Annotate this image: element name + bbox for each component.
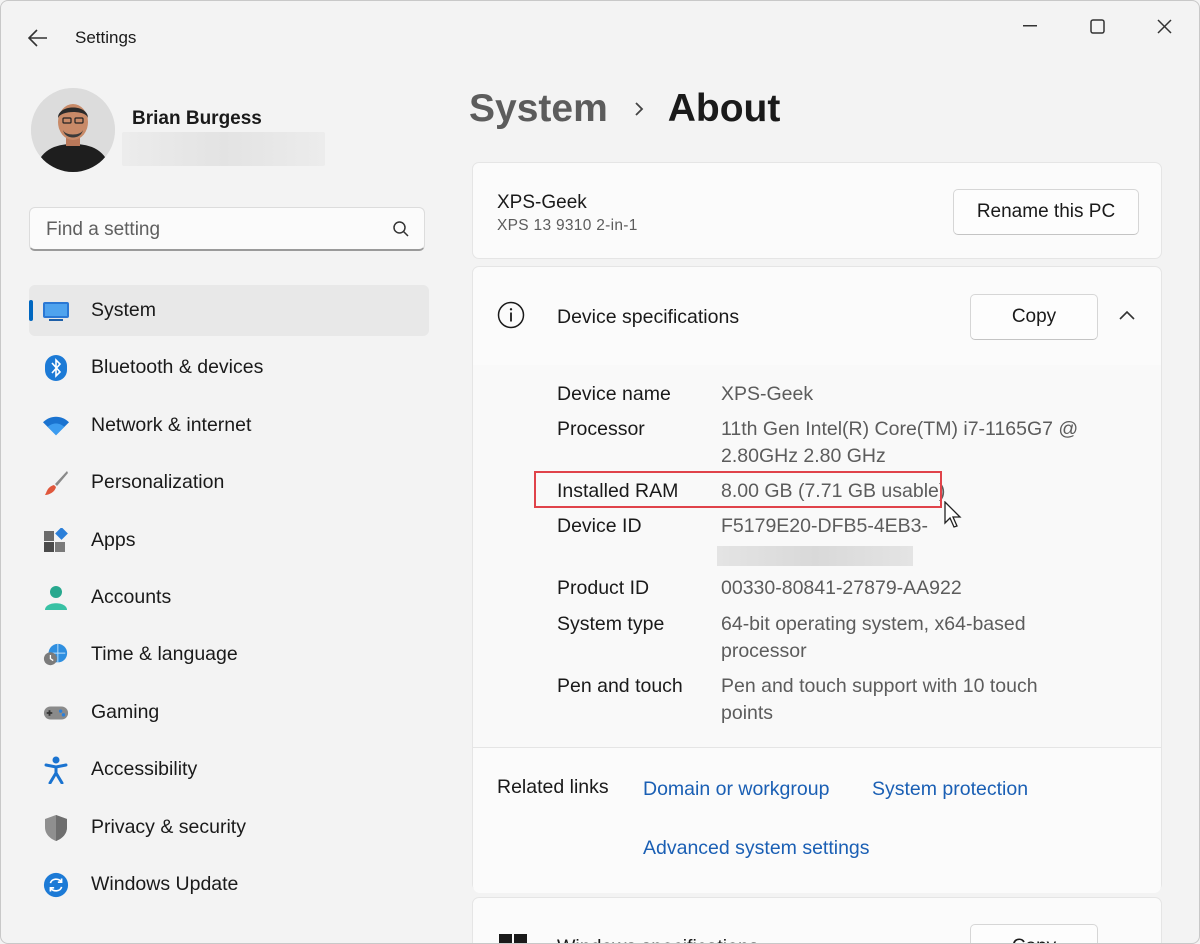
system-icon (43, 298, 69, 324)
copy-button[interactable]: Copy (970, 924, 1098, 943)
breadcrumb: System About (469, 87, 780, 131)
info-icon (497, 301, 525, 329)
sidebar-item-label: Windows Update (91, 872, 239, 895)
spec-value: 64-bit operating system, x64-based proce… (721, 613, 1026, 662)
sidebar-item-label: Personalization (91, 471, 225, 494)
device-specifications-card: Device specifications Copy Device name X… (472, 266, 1162, 893)
close-button[interactable] (1141, 11, 1187, 41)
related-links: Related links Domain or workgroup System… (473, 747, 1161, 893)
avatar[interactable] (31, 88, 115, 172)
spec-value: 00330-80841-27879-AA922 (721, 577, 962, 599)
spec-label: Pen and touch (557, 675, 683, 697)
spec-label: System type (557, 613, 665, 635)
user-name: Brian Burgess (132, 108, 262, 129)
page-title: About (667, 87, 781, 130)
chevron-right-icon (634, 101, 644, 117)
pc-name: XPS-Geek (497, 192, 587, 213)
wifi-icon (43, 413, 69, 439)
clock-globe-icon (43, 642, 69, 668)
sidebar-item-gaming[interactable]: Gaming (29, 687, 429, 738)
sidebar-item-network[interactable]: Network & internet (29, 400, 429, 451)
mouse-cursor-icon (944, 501, 962, 528)
windows-logo-icon (499, 934, 527, 943)
link-advanced-system-settings[interactable]: Advanced system settings (643, 837, 870, 860)
back-arrow-icon (28, 29, 47, 47)
section-title: Windows specifications (557, 936, 759, 943)
spec-value: Pen and touch support with 10 touch poin… (721, 675, 1038, 724)
sidebar-item-apps[interactable]: Apps (29, 515, 429, 566)
spec-value-group: F5179E20-DFB5-4EB3- (717, 513, 1101, 566)
spec-label: Product ID (557, 577, 650, 599)
pc-model: XPS 13 9310 2-in-1 (497, 217, 638, 234)
device-specifications-header[interactable]: Device specifications Copy (473, 267, 1161, 366)
gamepad-icon (43, 700, 69, 726)
search-icon[interactable] (392, 220, 410, 238)
link-system-protection[interactable]: System protection (872, 778, 1028, 801)
minimize-icon (1023, 25, 1037, 27)
sidebar-item-label: Accessibility (91, 758, 198, 781)
bluetooth-icon (43, 355, 69, 382)
update-icon (43, 872, 69, 898)
sidebar-item-bluetooth[interactable]: Bluetooth & devices (29, 342, 429, 393)
user-email-redacted (122, 132, 325, 166)
chevron-up-icon[interactable] (1118, 309, 1136, 321)
spec-label: Device name (557, 383, 671, 405)
windows-specifications-card[interactable]: Windows specifications Copy (472, 897, 1162, 943)
spec-value: XPS-Geek (721, 383, 814, 405)
back-button[interactable] (23, 23, 53, 53)
device-id-redacted (717, 546, 913, 566)
sidebar-item-label: Apps (91, 528, 136, 551)
link-domain-workgroup[interactable]: Domain or workgroup (643, 778, 829, 801)
sidebar-item-accessibility[interactable]: Accessibility (29, 744, 429, 795)
spec-value: 11th Gen Intel(R) Core(TM) i7-1165G7 @ 2… (721, 418, 1079, 467)
settings-window: Settings Brian Burgess Find a setting Sy… (0, 0, 1200, 944)
sidebar-item-time-language[interactable]: Time & language (29, 629, 429, 680)
sidebar-item-label: Accounts (91, 585, 172, 608)
close-icon (1156, 18, 1172, 34)
spec-list: Device name XPS-Geek Processor 11th Gen … (473, 365, 1161, 747)
search-box[interactable] (29, 207, 425, 251)
breadcrumb-parent[interactable]: System (469, 87, 608, 131)
rename-pc-button[interactable]: Rename this PC (953, 189, 1139, 235)
account-icon (43, 585, 69, 611)
sidebar-item-label: Privacy & security (91, 815, 246, 838)
sidebar-item-label: Gaming (91, 700, 160, 723)
section-title: Device specifications (557, 306, 740, 328)
minimize-button[interactable] (1007, 11, 1053, 41)
sidebar-item-windows-update[interactable]: Windows Update (29, 859, 429, 910)
title-bar: Settings (1, 1, 1199, 71)
app-title: Settings (75, 28, 137, 47)
sidebar-item-system[interactable]: System (29, 285, 429, 336)
sidebar-item-label: System (91, 299, 157, 321)
sidebar-item-privacy-security[interactable]: Privacy & security (29, 802, 429, 853)
installed-ram-highlight (534, 471, 942, 508)
related-links-title: Related links (497, 776, 609, 798)
sidebar-item-accounts[interactable]: Accounts (29, 572, 429, 623)
sidebar-item-label: Network & internet (91, 413, 252, 436)
sidebar-item-label: Bluetooth & devices (91, 356, 264, 379)
sidebar-item-label: Time & language (91, 643, 238, 666)
maximize-button[interactable] (1074, 11, 1120, 41)
spec-value: F5179E20-DFB5-4EB3- (721, 515, 929, 537)
accessibility-icon (43, 756, 69, 785)
apps-icon (43, 527, 69, 554)
shield-icon (43, 814, 69, 841)
spec-label: Device ID (557, 515, 642, 537)
maximize-icon (1089, 18, 1105, 34)
pc-name-card: XPS-Geek XPS 13 9310 2-in-1 Rename this … (472, 162, 1162, 259)
search-input[interactable] (44, 216, 378, 244)
spec-label: Processor (557, 418, 645, 440)
sidebar-item-personalization[interactable]: Personalization (29, 457, 429, 508)
sidebar-nav: System Bluetooth & devices Network & int… (29, 285, 429, 916)
user-photo (31, 88, 115, 172)
brush-icon (43, 470, 69, 496)
copy-button[interactable]: Copy (970, 294, 1098, 340)
